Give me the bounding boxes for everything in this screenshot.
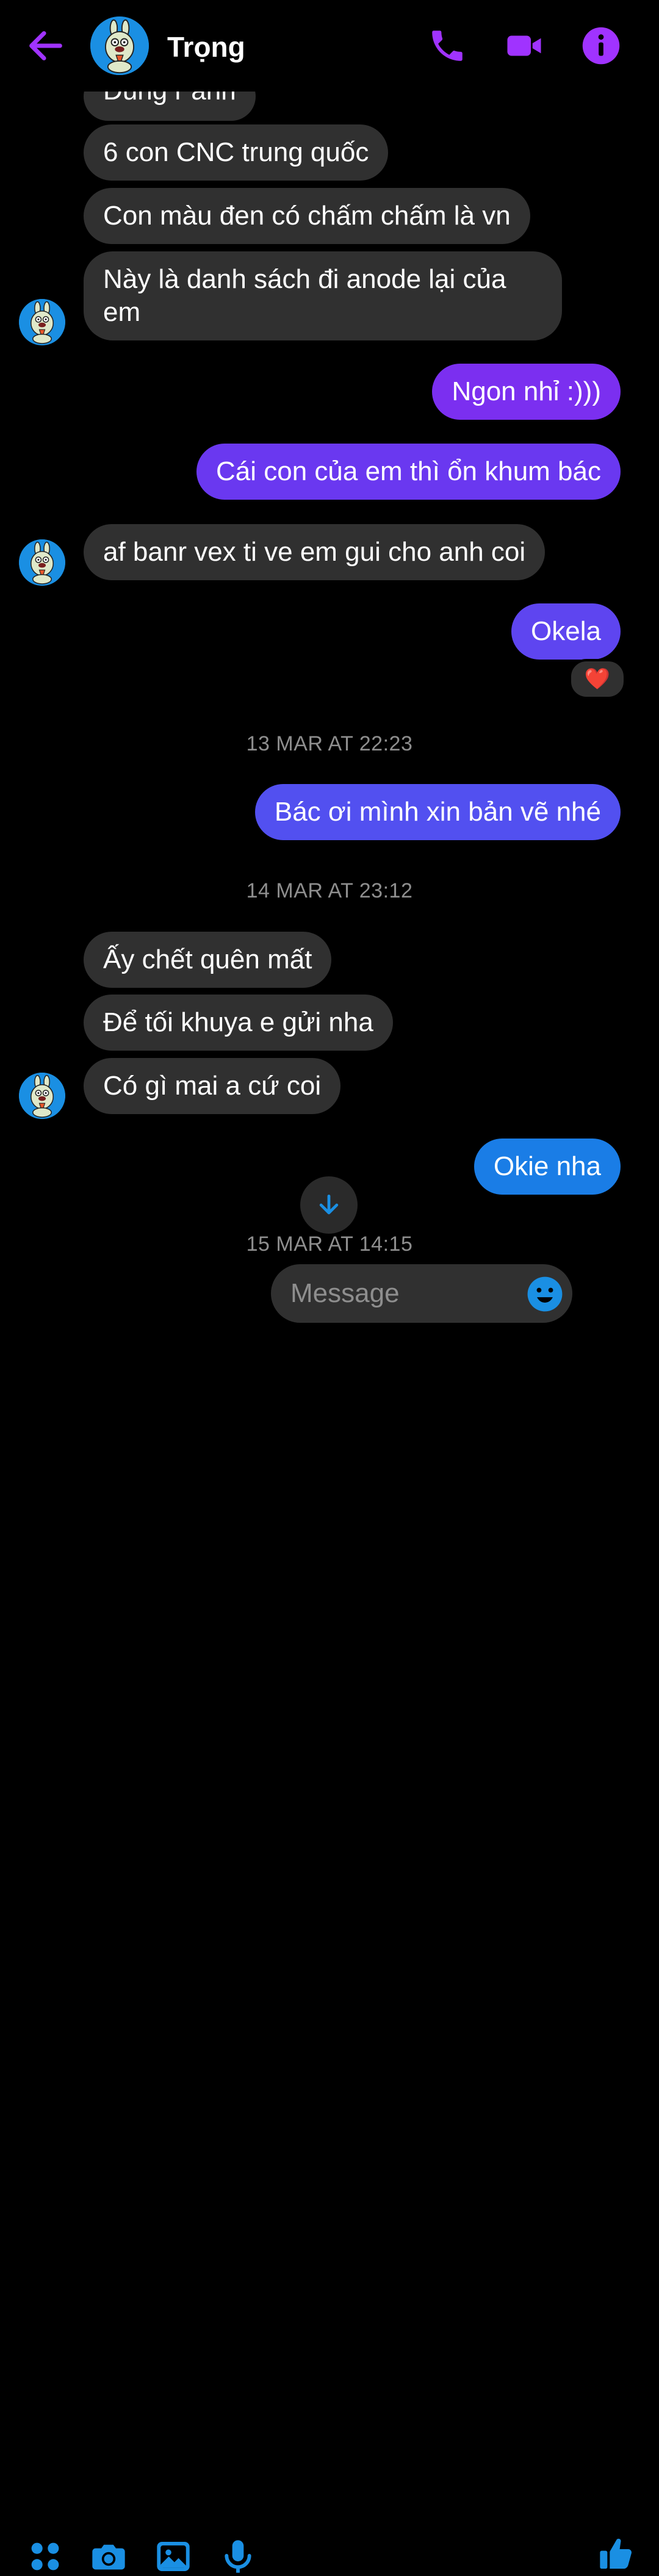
incoming-message[interactable]: Con màu đen có chấm chấm là vn xyxy=(84,188,530,244)
message-thread[interactable]: Đúng r anh 6 con CNC trung quốc Con màu … xyxy=(0,0,659,1367)
timestamp: 13 MAR AT 22:23 xyxy=(246,732,413,755)
phone-icon[interactable] xyxy=(427,26,467,66)
incoming-message[interactable]: Để tối khuya e gửi nha xyxy=(84,995,393,1051)
microphone-icon[interactable] xyxy=(218,2537,257,2576)
outgoing-message[interactable]: Okela xyxy=(511,603,621,660)
info-icon[interactable] xyxy=(581,26,621,66)
incoming-message[interactable]: af banr vex ti ve em gui cho anh coi xyxy=(84,524,546,580)
contact-avatar[interactable] xyxy=(19,299,65,345)
chevron-down-icon xyxy=(319,1194,339,1215)
scroll-to-bottom-button[interactable] xyxy=(300,1176,358,1234)
contact-avatar[interactable] xyxy=(19,1073,65,1119)
outgoing-message[interactable]: Cái con của em thì ổn khum bác xyxy=(196,444,621,500)
image-icon[interactable] xyxy=(154,2537,193,2576)
incoming-message[interactable]: Có gì mai a cứ coi xyxy=(84,1058,341,1114)
contact-name[interactable]: Trọng xyxy=(167,31,245,63)
contact-avatar[interactable] xyxy=(90,16,149,75)
emoji-icon[interactable] xyxy=(526,1275,564,1313)
incoming-message[interactable]: 6 con CNC trung quốc xyxy=(84,124,389,181)
video-camera-icon[interactable] xyxy=(504,26,544,66)
apps-grid-icon[interactable] xyxy=(26,2537,65,2576)
back-arrow-icon[interactable] xyxy=(24,24,67,67)
outgoing-message[interactable]: Bác ơi mình xin bản vẽ nhé xyxy=(254,784,621,840)
timestamp: 15 MAR AT 14:15 xyxy=(246,1232,413,1256)
outgoing-message[interactable]: Okie nha xyxy=(474,1139,621,1195)
incoming-message[interactable]: Này là danh sách đi anode lại của em xyxy=(84,251,562,340)
heart-reaction[interactable]: ❤️ xyxy=(569,659,626,699)
incoming-message[interactable]: Ấy chết quên mất xyxy=(84,932,332,988)
chat-header: Trọng xyxy=(0,0,659,92)
timestamp: 14 MAR AT 23:12 xyxy=(246,879,413,902)
thumbs-up-icon[interactable] xyxy=(597,2535,636,2574)
outgoing-message[interactable]: Ngon nhỉ :))) xyxy=(432,364,621,420)
camera-icon[interactable] xyxy=(89,2537,128,2576)
contact-avatar[interactable] xyxy=(19,539,65,586)
